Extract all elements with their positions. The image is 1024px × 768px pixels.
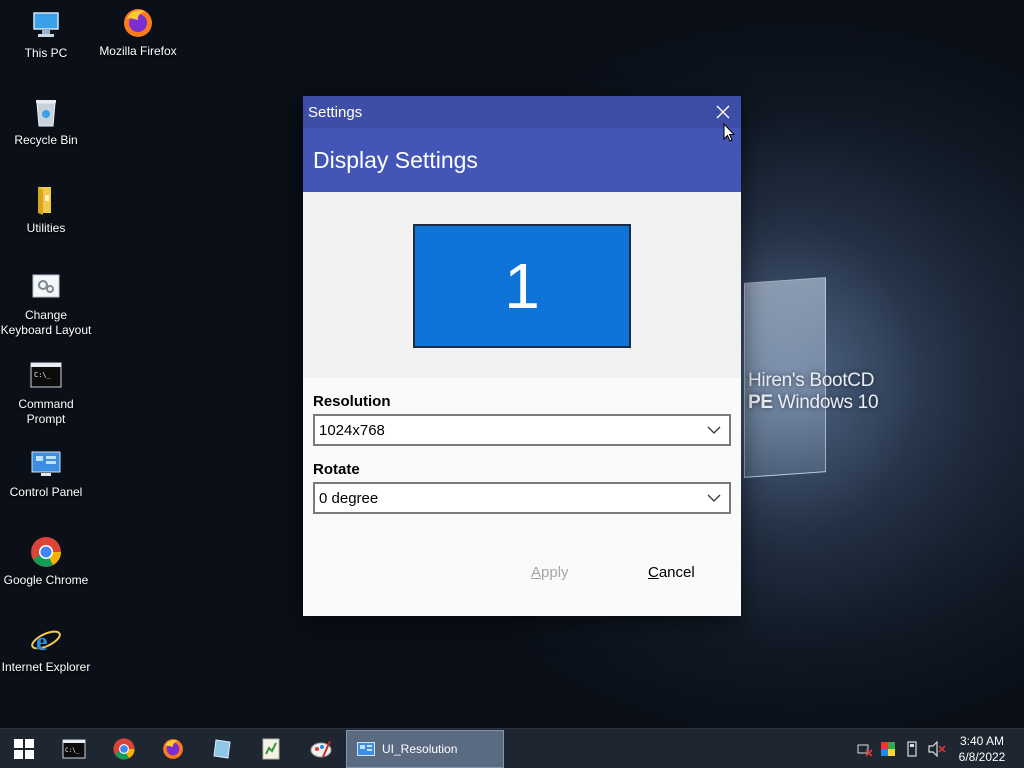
svg-text:C:\_: C:\_ xyxy=(34,371,52,379)
active-task-label: UI_Resolution xyxy=(382,742,458,756)
keyboard-settings-icon xyxy=(29,270,63,304)
display-color-icon[interactable] xyxy=(880,741,896,761)
dialog-buttons: Apply Cancel xyxy=(303,556,741,592)
settings-form: Resolution 1024x768 Rotate 0 degree Appl… xyxy=(303,378,741,616)
desktop-icon-label: Internet Explorer xyxy=(1,660,91,674)
cancel-mnemonic: C xyxy=(648,564,659,581)
taskbar-app-5[interactable] xyxy=(247,729,295,768)
firefox-icon xyxy=(121,6,155,40)
desktop-icon-label: Utilities xyxy=(26,221,66,235)
wallpaper-logo-line1: Hiren's BootCD xyxy=(748,370,875,391)
apply-label-rest: pply xyxy=(541,564,569,581)
chevron-down-icon xyxy=(699,426,729,434)
command-prompt-icon: C:\_ xyxy=(29,359,63,393)
chrome-icon xyxy=(29,535,63,569)
folder-icon xyxy=(29,183,63,217)
control-panel-icon xyxy=(29,447,63,481)
recycle-bin-icon xyxy=(29,95,63,129)
desktop-icon-utilities[interactable]: Utilities xyxy=(0,183,92,236)
desktop-icon-label: Recycle Bin xyxy=(14,133,78,147)
desktop-icon-label: This PC xyxy=(24,46,68,60)
taskbar: C:\_ UI_Resolution 3:40 AM 6/8/2022 xyxy=(0,728,1024,768)
volume-muted-icon[interactable] xyxy=(928,740,946,761)
chevron-down-icon xyxy=(699,494,729,502)
dialog-window-title: Settings xyxy=(308,103,363,121)
taskbar-app-4[interactable] xyxy=(198,729,246,768)
desktop-icon-label: Google Chrome xyxy=(3,573,89,587)
start-button[interactable] xyxy=(0,729,48,768)
firefox-icon xyxy=(163,739,183,759)
dialog-header-title: Display Settings xyxy=(313,146,478,173)
monitor-number: 1 xyxy=(504,250,540,322)
rotate-dropdown[interactable]: 0 degree xyxy=(313,482,731,514)
taskbar-firefox[interactable] xyxy=(149,729,197,768)
taskbar-clock[interactable]: 3:40 AM 6/8/2022 xyxy=(952,733,1012,765)
usb-drive-icon[interactable] xyxy=(906,741,918,761)
dialog-header: Display Settings xyxy=(303,128,741,192)
paint-brush-icon xyxy=(310,740,332,758)
computer-icon xyxy=(29,8,63,42)
wallpaper-logo-pe: PE xyxy=(748,392,773,413)
clock-time: 3:40 AM xyxy=(959,734,1005,748)
desktop-icon-firefox[interactable]: Mozilla Firefox xyxy=(92,6,184,59)
windows-logo-icon xyxy=(14,739,34,759)
cancel-label-rest: ancel xyxy=(658,564,695,581)
chart-document-icon xyxy=(262,738,280,760)
taskbar-chrome[interactable] xyxy=(100,729,148,768)
glass-pane-icon xyxy=(213,739,231,759)
mouse-cursor-icon xyxy=(723,122,736,147)
apply-mnemonic: A xyxy=(531,564,542,581)
chrome-icon xyxy=(113,738,135,760)
resolution-selected-value: 1024x768 xyxy=(319,421,385,439)
taskbar-command-prompt[interactable]: C:\_ xyxy=(50,729,98,768)
window-app-icon xyxy=(357,742,375,756)
resolution-label: Resolution xyxy=(313,393,391,410)
command-prompt-icon: C:\_ xyxy=(62,739,86,759)
desktop-icon-internet-explorer[interactable]: e Internet Explorer xyxy=(0,622,92,675)
desktop-icon-google-chrome[interactable]: Google Chrome xyxy=(0,535,92,588)
apply-button[interactable]: Apply xyxy=(531,564,569,581)
desktop-icon-this-pc[interactable]: This PC xyxy=(0,8,92,61)
desktop-icon-label: Mozilla Firefox xyxy=(99,44,177,58)
desktop-icon-recycle-bin[interactable]: Recycle Bin xyxy=(0,95,92,148)
desktop-icon-change-keyboard-layout[interactable]: Change Keyboard Layout xyxy=(0,270,92,338)
cancel-button[interactable]: Cancel xyxy=(648,564,695,581)
close-icon xyxy=(716,105,730,119)
taskbar-active-task[interactable]: UI_Resolution xyxy=(346,730,504,768)
desktop-icon-command-prompt[interactable]: C:\_ Command Prompt xyxy=(0,359,92,427)
dialog-titlebar[interactable]: Settings xyxy=(303,96,741,128)
desktop-icon-label: Change Keyboard Layout xyxy=(0,308,92,337)
desktop-icon-label: Command Prompt xyxy=(18,397,74,426)
svg-text:e: e xyxy=(36,627,48,656)
taskbar-app-6[interactable] xyxy=(297,729,345,768)
rotate-selected-value: 0 degree xyxy=(319,489,379,507)
svg-text:C:\_: C:\_ xyxy=(65,747,80,754)
internet-explorer-icon: e xyxy=(29,622,63,656)
wallpaper-logo-windows: Windows 10 xyxy=(772,392,879,413)
display-settings-dialog: Settings Display Settings 1 Resolution 1… xyxy=(303,96,741,616)
network-icon[interactable] xyxy=(857,741,873,761)
display-preview: 1 xyxy=(303,192,741,378)
desktop-icon-label: Control Panel xyxy=(9,485,83,499)
wallpaper-logo-line2: PE Windows 10 xyxy=(748,392,898,414)
monitor-1-tile[interactable]: 1 xyxy=(413,224,631,348)
wallpaper-logo: Hiren's BootCD PE Windows 10 xyxy=(748,370,898,414)
rotate-label: Rotate xyxy=(313,461,360,478)
desktop-icon-control-panel[interactable]: Control Panel xyxy=(0,447,92,500)
resolution-dropdown[interactable]: 1024x768 xyxy=(313,414,731,446)
clock-date: 6/8/2022 xyxy=(958,750,1006,764)
